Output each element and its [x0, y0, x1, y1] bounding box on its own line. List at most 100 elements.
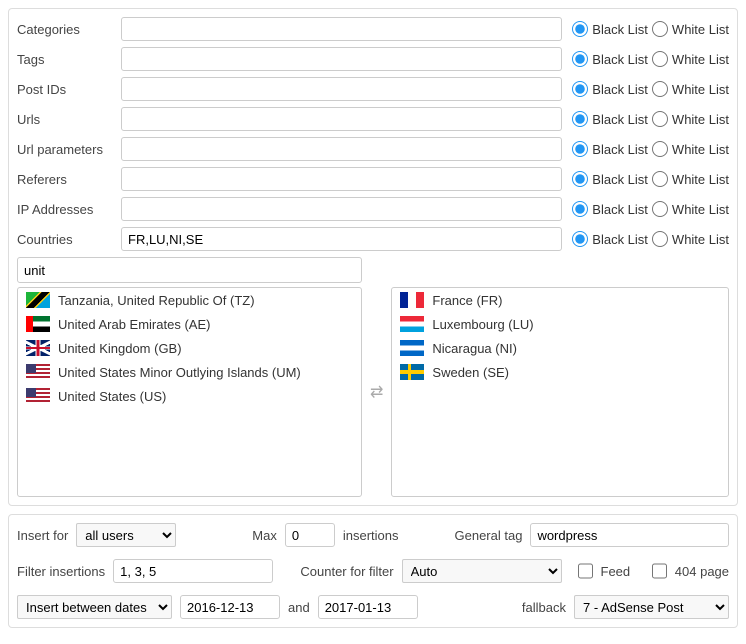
- insert-for-select[interactable]: all users: [76, 523, 176, 547]
- countries-radios: Black ListWhite List: [572, 231, 729, 247]
- selected-countries-list[interactable]: France (FR) Luxembourg (LU) Nicaragua (NI)…: [391, 287, 729, 497]
- postids-whitelist-radio[interactable]: [652, 81, 668, 97]
- max-label: Max: [252, 528, 277, 543]
- country-name: Nicaragua (NI): [432, 341, 517, 356]
- countries-input[interactable]: [121, 227, 562, 251]
- tags-input[interactable]: [121, 47, 562, 71]
- filters-panel: CategoriesBlack ListWhite ListTagsBlack …: [8, 8, 738, 506]
- flag-us-icon: [26, 364, 50, 380]
- country-item[interactable]: France (FR): [392, 288, 728, 312]
- counter-select[interactable]: Auto: [402, 559, 562, 583]
- categories-row: Categories Black List White List: [17, 17, 729, 41]
- flag-gb-icon: [26, 340, 50, 356]
- urlparams-input[interactable]: [121, 137, 562, 161]
- urls-blacklist-radio[interactable]: [572, 111, 588, 127]
- swap-icon[interactable]: ⇄: [370, 382, 383, 402]
- blacklist-label: Black List: [592, 112, 648, 127]
- ips-row: IP AddressesBlack ListWhite List: [17, 197, 729, 221]
- country-filter-section: Tanzania, United Republic Of (TZ) United …: [17, 257, 729, 497]
- flag-tz-icon: [26, 292, 50, 308]
- tags-label: Tags: [17, 52, 117, 67]
- whitelist-label: White List: [672, 112, 729, 127]
- country-name: Luxembourg (LU): [432, 317, 533, 332]
- country-item[interactable]: Nicaragua (NI): [392, 336, 728, 360]
- country-item[interactable]: United Arab Emirates (AE): [18, 312, 361, 336]
- country-name: United States Minor Outlying Islands (UM…: [58, 365, 301, 380]
- categories-radios: Black List White List: [572, 21, 729, 37]
- country-item[interactable]: Sweden (SE): [392, 360, 728, 384]
- blacklist-label: Black List: [592, 82, 648, 97]
- general-tag-input[interactable]: [530, 523, 729, 547]
- country-item[interactable]: United Kingdom (GB): [18, 336, 361, 360]
- whitelist-label: White List: [672, 52, 729, 67]
- tags-blacklist-radio[interactable]: [572, 51, 588, 67]
- postids-blacklist-radio[interactable]: [572, 81, 588, 97]
- available-countries-list[interactable]: Tanzania, United Republic Of (TZ) United …: [17, 287, 362, 497]
- country-item[interactable]: United States Minor Outlying Islands (UM…: [18, 360, 361, 384]
- whitelist-label: White List: [672, 172, 729, 187]
- filter-insertions-input[interactable]: [113, 559, 273, 583]
- feed-label: Feed: [601, 564, 631, 579]
- and-label: and: [288, 600, 310, 615]
- blacklist-label: Black List: [592, 202, 648, 217]
- postids-label: Post IDs: [17, 82, 117, 97]
- country-name: Sweden (SE): [432, 365, 509, 380]
- postids-radios: Black List White List: [572, 81, 729, 97]
- country-name: United Kingdom (GB): [58, 341, 182, 356]
- urlparams-whitelist-radio[interactable]: [652, 141, 668, 157]
- flag-ae-icon: [26, 316, 50, 332]
- feed-checkbox[interactable]: [578, 563, 593, 579]
- countries-blacklist-radio[interactable]: [572, 231, 588, 247]
- categories-whitelist-radio[interactable]: [652, 21, 668, 37]
- country-search-input[interactable]: [17, 257, 362, 283]
- urls-whitelist-radio[interactable]: [652, 111, 668, 127]
- general-tag-label: General tag: [455, 528, 523, 543]
- referers-blacklist-radio[interactable]: [572, 171, 588, 187]
- flag-se-icon: [400, 364, 424, 380]
- whitelist-label: White List: [672, 82, 729, 97]
- dates-mode-select[interactable]: Insert between dates: [17, 595, 172, 619]
- settings-panel: Insert for all users Max insertions Gene…: [8, 514, 738, 628]
- whitelist-label: White List: [672, 22, 729, 37]
- country-name: France (FR): [432, 293, 502, 308]
- referers-row: Referers Black List White List: [17, 167, 729, 191]
- referers-radios: Black List White List: [572, 171, 729, 187]
- fallback-select[interactable]: 7 - AdSense Post: [574, 595, 729, 619]
- postids-input[interactable]: [121, 77, 562, 101]
- blacklist-label: Black List: [592, 52, 648, 67]
- tags-row: Tags Black List White List: [17, 47, 729, 71]
- date-to-input[interactable]: [318, 595, 418, 619]
- categories-input[interactable]: [121, 17, 562, 41]
- ips-whitelist-radio[interactable]: [652, 201, 668, 217]
- max-input[interactable]: [285, 523, 335, 547]
- referers-label: Referers: [17, 172, 117, 187]
- whitelist-label: White List: [672, 232, 729, 247]
- ips-input[interactable]: [121, 197, 562, 221]
- country-item[interactable]: United States (US): [18, 384, 361, 408]
- date-from-input[interactable]: [180, 595, 280, 619]
- flag-ni-icon: [400, 340, 424, 356]
- 404-checkbox[interactable]: [652, 563, 667, 579]
- tags-radios: Black List White List: [572, 51, 729, 67]
- country-item[interactable]: Tanzania, United Republic Of (TZ): [18, 288, 361, 312]
- 404-label: 404 page: [675, 564, 729, 579]
- insert-for-label: Insert for: [17, 528, 68, 543]
- ips-blacklist-radio[interactable]: [572, 201, 588, 217]
- country-item[interactable]: Luxembourg (LU): [392, 312, 728, 336]
- countries-row: CountriesBlack ListWhite List: [17, 227, 729, 251]
- categories-label: Categories: [17, 22, 117, 37]
- referers-input[interactable]: [121, 167, 562, 191]
- counter-label: Counter for filter: [300, 564, 393, 579]
- countries-whitelist-radio[interactable]: [652, 231, 668, 247]
- blacklist-label: Black List: [592, 22, 648, 37]
- urls-input[interactable]: [121, 107, 562, 131]
- flag-fr-icon: [400, 292, 424, 308]
- urlparams-blacklist-radio[interactable]: [572, 141, 588, 157]
- categories-blacklist-radio[interactable]: [572, 21, 588, 37]
- country-name: United Arab Emirates (AE): [58, 317, 210, 332]
- blacklist-label: Black List: [592, 172, 648, 187]
- tags-whitelist-radio[interactable]: [652, 51, 668, 67]
- urlparams-label: Url parameters: [17, 142, 117, 157]
- flag-us-icon: [26, 388, 50, 404]
- referers-whitelist-radio[interactable]: [652, 171, 668, 187]
